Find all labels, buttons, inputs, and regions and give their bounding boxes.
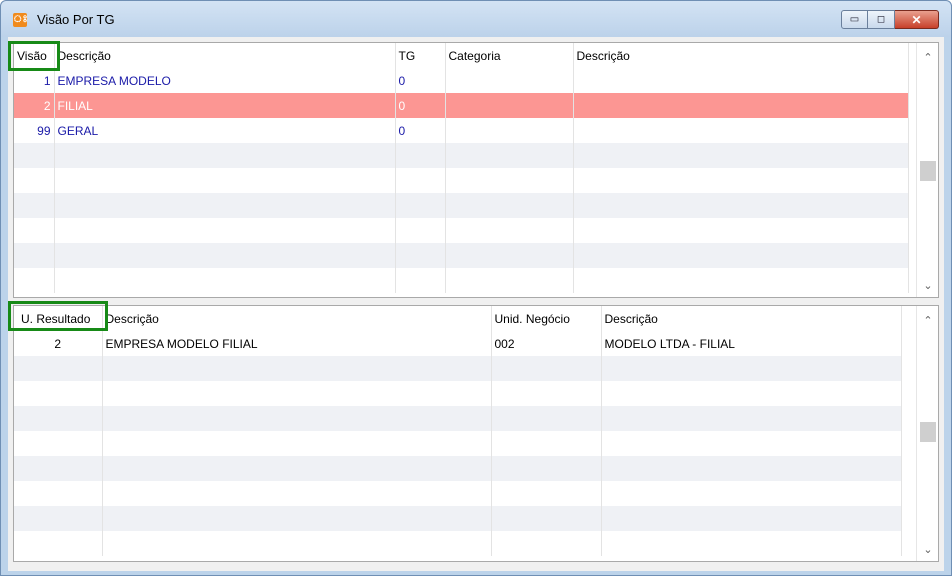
empty-row	[14, 381, 902, 406]
cell-descricao-unidade: MODELO LTDA - FILIAL	[601, 331, 902, 356]
cell-tg: 0	[395, 118, 446, 143]
empty-row	[14, 356, 902, 381]
empty-row	[14, 243, 909, 268]
column-header-u-resultado[interactable]: U. Resultado	[14, 306, 103, 331]
window-controls: ▭ ◻ ✕	[841, 10, 939, 29]
resultado-table: U. Resultado Descrição Unid. Negócio Des…	[14, 306, 902, 556]
window-title: Visão Por TG	[37, 12, 115, 27]
column-header-descricao-categoria[interactable]: Descrição	[573, 43, 909, 68]
cell-categoria	[445, 118, 574, 143]
minimize-icon: ▭	[849, 14, 860, 25]
cell-descricao: GERAL	[54, 118, 396, 143]
cell-descricao: EMPRESA MODELO FILIAL	[102, 331, 492, 356]
maximize-icon: ◻	[876, 14, 886, 25]
column-header-tg[interactable]: TG	[395, 43, 446, 68]
empty-row	[14, 406, 902, 431]
cell-tg: 0	[395, 68, 446, 93]
cell-descricao-categoria	[573, 68, 909, 93]
cell-visao: 2	[14, 93, 55, 118]
column-header-descricao-unidade[interactable]: Descrição	[601, 306, 902, 331]
visao-table: Visão Descrição TG Categoria Descrição 1…	[14, 43, 909, 293]
column-header-descricao[interactable]: Descrição	[54, 43, 396, 68]
table-row[interactable]: 1 EMPRESA MODELO 0	[14, 68, 909, 93]
empty-row	[14, 168, 909, 193]
close-icon: ✕	[911, 12, 922, 27]
cell-descricao: EMPRESA MODELO	[54, 68, 396, 93]
cell-descricao-categoria	[573, 93, 909, 118]
scroll-up-icon[interactable]: ⌃	[917, 310, 938, 330]
column-header-visao[interactable]: Visão	[14, 43, 55, 68]
empty-row	[14, 268, 909, 293]
empty-row	[14, 193, 909, 218]
cell-categoria	[445, 68, 574, 93]
cell-visao: 1	[14, 68, 55, 93]
cell-visao: 99	[14, 118, 55, 143]
table-row[interactable]: 2 EMPRESA MODELO FILIAL 002 MODELO LTDA …	[14, 331, 902, 356]
empty-row	[14, 456, 902, 481]
scroll-thumb[interactable]	[920, 422, 936, 442]
scroll-thumb[interactable]	[920, 161, 936, 181]
cell-tg: 0	[395, 93, 446, 118]
visao-scrollbar[interactable]: ⌃ ⌄	[916, 43, 938, 297]
empty-row	[14, 218, 909, 243]
resultado-scrollbar[interactable]: ⌃ ⌄	[916, 306, 938, 561]
resultado-header-row: U. Resultado Descrição Unid. Negócio Des…	[14, 306, 902, 331]
app-icon: ঃ	[13, 13, 28, 27]
cell-categoria	[445, 93, 574, 118]
visao-header-row: Visão Descrição TG Categoria Descrição	[14, 43, 909, 68]
column-header-unid-negocio[interactable]: Unid. Negócio	[491, 306, 602, 331]
cell-unid-negocio: 002	[491, 331, 602, 356]
visao-por-tg-window: ঃ Visão Por TG ▭ ◻ ✕ Visão Descrição TG …	[0, 0, 952, 576]
maximize-button[interactable]: ◻	[868, 10, 895, 29]
title-bar[interactable]: ঃ Visão Por TG ▭ ◻ ✕	[1, 1, 951, 37]
client-area: Visão Descrição TG Categoria Descrição 1…	[8, 37, 944, 571]
scroll-down-icon[interactable]: ⌄	[917, 539, 938, 559]
empty-row	[14, 531, 902, 556]
minimize-button[interactable]: ▭	[841, 10, 868, 29]
visao-grid[interactable]: Visão Descrição TG Categoria Descrição 1…	[13, 42, 939, 298]
table-row-selected[interactable]: 2 FILIAL 0	[14, 93, 909, 118]
empty-row	[14, 143, 909, 168]
close-button[interactable]: ✕	[895, 10, 939, 29]
table-row[interactable]: 99 GERAL 0	[14, 118, 909, 143]
empty-row	[14, 431, 902, 456]
column-header-descricao[interactable]: Descrição	[102, 306, 492, 331]
column-header-categoria[interactable]: Categoria	[445, 43, 574, 68]
cell-u-resultado: 2	[14, 331, 103, 356]
cell-descricao: FILIAL	[54, 93, 396, 118]
empty-row	[14, 506, 902, 531]
scroll-up-icon[interactable]: ⌃	[917, 47, 938, 67]
empty-row	[14, 481, 902, 506]
scroll-down-icon[interactable]: ⌄	[917, 275, 938, 295]
cell-descricao-categoria	[573, 118, 909, 143]
resultado-grid[interactable]: U. Resultado Descrição Unid. Negócio Des…	[13, 305, 939, 562]
